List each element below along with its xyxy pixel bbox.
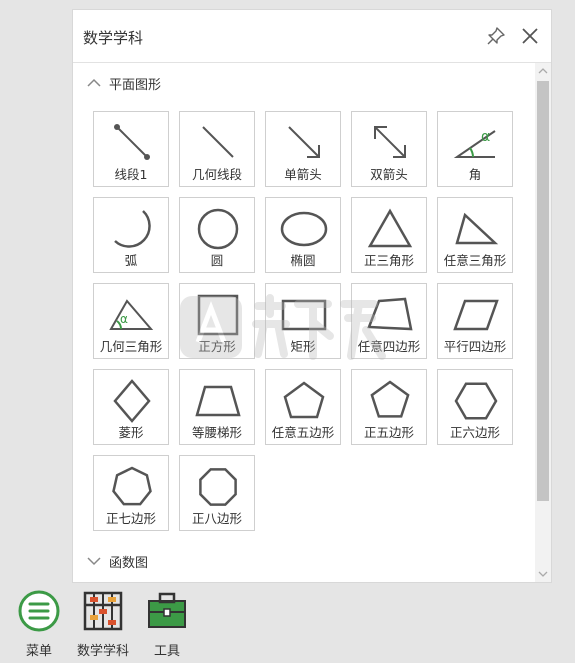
pin-icon[interactable] — [485, 25, 507, 47]
shape-label: 角 — [468, 167, 482, 182]
scroll-down-icon[interactable] — [535, 566, 551, 582]
shape-label: 等腰梯形 — [191, 425, 242, 440]
shape-tile-circle[interactable]: 圆 — [179, 197, 255, 273]
shape-label: 双箭头 — [370, 167, 408, 182]
math-subject-button[interactable]: 数学学科 — [72, 583, 134, 663]
shape-tile-regular-octagon[interactable]: 正八边形 — [179, 455, 255, 531]
tools-button[interactable]: 工具 — [136, 583, 198, 663]
geometry-line-icon — [202, 126, 234, 158]
regular-octagon-icon — [199, 468, 237, 506]
angle-icon: α — [453, 129, 496, 158]
shape-tile-angle[interactable]: α角 — [437, 111, 513, 187]
shape-tile-arc[interactable]: 弧 — [93, 197, 169, 273]
section-label: 平面图形 — [109, 77, 162, 93]
shape-label: 平行四边形 — [443, 339, 507, 354]
shape-label: 椭圆 — [290, 253, 316, 268]
shape-label: 矩形 — [290, 339, 316, 354]
rectangle-icon — [281, 299, 327, 331]
shape-label: 弧 — [124, 253, 138, 268]
section-function-graph[interactable]: 函数图 — [87, 551, 148, 571]
shape-tile-regular-hexagon[interactable]: 正六边形 — [437, 369, 513, 445]
scrollbar-thumb[interactable] — [537, 81, 549, 501]
shape-label: 线段1 — [114, 167, 148, 182]
abacus-icon — [83, 591, 123, 631]
circle-icon — [197, 208, 239, 250]
shape-tile-geometry-triangle[interactable]: α 几何三角形 — [93, 283, 169, 359]
tools-label: 工具 — [153, 644, 180, 659]
section-label: 函数图 — [109, 555, 149, 571]
shape-tile-double-arrow[interactable]: 双箭头 — [351, 111, 427, 187]
geometry-triangle-icon: α — [109, 299, 154, 330]
any-pentagon-icon — [283, 381, 325, 419]
chevron-up-icon — [87, 78, 101, 87]
shape-label: 圆 — [210, 253, 224, 268]
shape-tile-regular-heptagon[interactable]: 正七边形 — [93, 455, 169, 531]
shape-tile-geometry-line[interactable]: 几何线段 — [179, 111, 255, 187]
menu-button[interactable]: 菜单 — [8, 583, 70, 663]
math-subject-panel: 数学学科 平面图形 线段1 几何线段 单箭头 双箭头 α 角弧圆椭圆 正三角形 任意三角形 α 几… — [72, 9, 552, 583]
shape-tile-line-segment[interactable]: 线段1 — [93, 111, 169, 187]
square-icon — [197, 294, 239, 336]
close-icon[interactable] — [519, 25, 541, 47]
shape-label: 正六边形 — [449, 425, 500, 440]
shape-label: 正八边形 — [191, 511, 242, 526]
shape-tile-parallelogram[interactable]: 平行四边形 — [437, 283, 513, 359]
ellipse-icon — [280, 211, 328, 247]
bottom-toolbar: 菜单 数学学科 工具 — [0, 583, 575, 663]
shape-tile-regular-pentagon[interactable]: 正五边形 — [351, 369, 427, 445]
isosceles-trapezoid-icon — [195, 385, 241, 417]
shape-tile-rectangle[interactable]: 矩形 — [265, 283, 341, 359]
line-segment-icon — [114, 124, 150, 160]
shape-label: 正七边形 — [105, 511, 156, 526]
shape-label: 菱形 — [118, 425, 144, 440]
shape-label: 正方形 — [198, 339, 236, 354]
shape-tile-any-triangle[interactable]: 任意三角形 — [437, 197, 513, 273]
shape-label: 正三角形 — [363, 253, 414, 268]
svg-text:α: α — [120, 312, 128, 326]
shape-label: 任意三角形 — [443, 253, 507, 268]
equilateral-triangle-icon — [367, 208, 413, 248]
scroll-up-icon[interactable] — [535, 63, 551, 79]
panel-header: 数学学科 — [73, 10, 551, 63]
regular-pentagon-icon — [370, 380, 410, 418]
shape-tile-equilateral-triangle[interactable]: 正三角形 — [351, 197, 427, 273]
shape-tile-square[interactable]: 正方形 — [179, 283, 255, 359]
regular-heptagon-icon — [112, 466, 152, 506]
menu-icon — [18, 590, 60, 632]
shape-tile-any-quadrilateral[interactable]: 任意四边形 — [351, 283, 427, 359]
double-arrow-icon — [374, 126, 406, 158]
vertical-scrollbar[interactable] — [535, 63, 551, 582]
shape-tile-single-arrow[interactable]: 单箭头 — [265, 111, 341, 187]
panel-title: 数学学科 — [83, 29, 144, 47]
svg-text:α: α — [481, 129, 490, 145]
toolbox-icon — [148, 592, 186, 628]
parallelogram-icon — [453, 299, 499, 331]
shape-tile-ellipse[interactable]: 椭圆 — [265, 197, 341, 273]
shape-label: 几何线段 — [191, 167, 242, 182]
arc-icon — [114, 210, 151, 248]
shape-tile-isosceles-trapezoid[interactable]: 等腰梯形 — [179, 369, 255, 445]
shape-tile-any-pentagon[interactable]: 任意五边形 — [265, 369, 341, 445]
rhombus-icon — [113, 379, 151, 423]
shape-label: 单箭头 — [284, 167, 322, 182]
regular-hexagon-icon — [454, 382, 498, 420]
shape-label: 正五边形 — [363, 425, 414, 440]
section-plane-shapes[interactable]: 平面图形 — [87, 73, 161, 93]
any-quadrilateral-icon — [367, 297, 413, 331]
any-triangle-icon — [455, 212, 499, 245]
chevron-down-icon — [87, 557, 101, 566]
shape-label: 任意四边形 — [357, 339, 421, 354]
shape-tile-rhombus[interactable]: 菱形 — [93, 369, 169, 445]
single-arrow-icon — [288, 126, 320, 158]
shape-label: 任意五边形 — [271, 425, 335, 440]
shape-label: 几何三角形 — [99, 339, 163, 354]
